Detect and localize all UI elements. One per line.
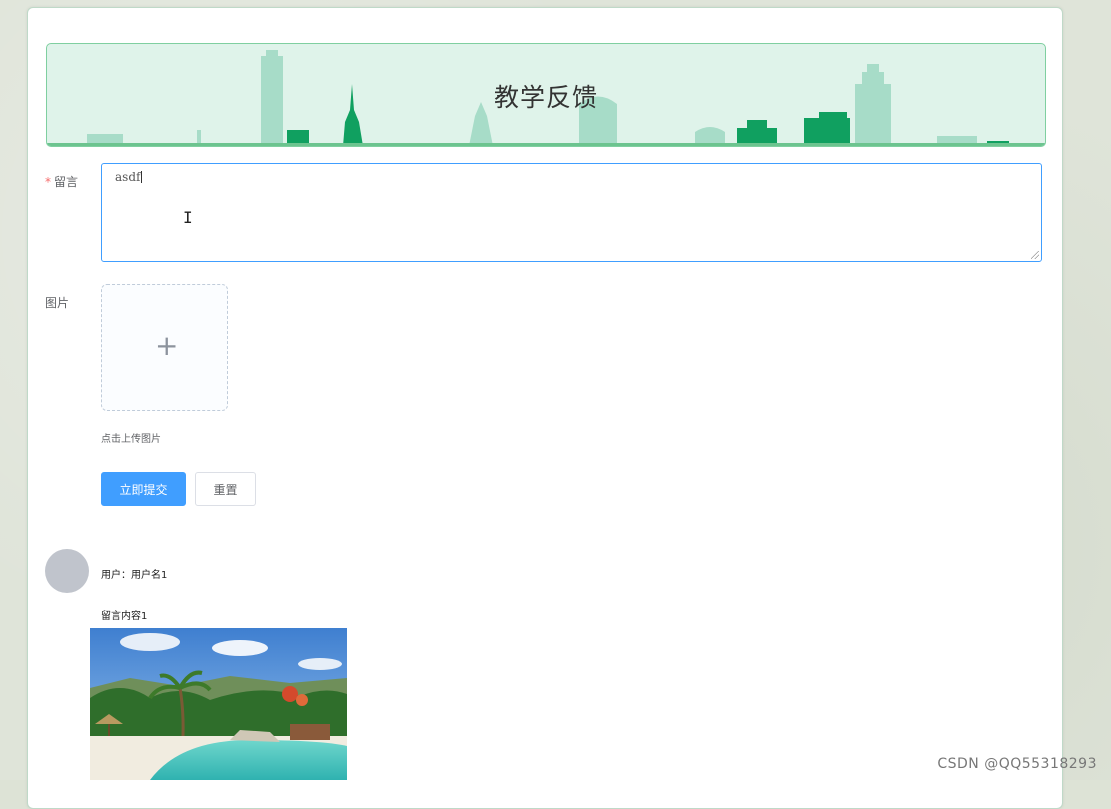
reset-button[interactable]: 重置	[195, 472, 256, 506]
plus-icon: +	[155, 329, 179, 362]
comment-content: 留言内容1	[101, 611, 148, 622]
image-upload-area[interactable]: +	[101, 284, 228, 411]
text-caret	[141, 171, 143, 183]
message-value: asdf	[115, 170, 141, 184]
text-cursor-icon: I	[183, 208, 193, 227]
page-title: 教学反馈	[493, 83, 598, 112]
resize-handle[interactable]	[1031, 251, 1039, 259]
message-textarea[interactable]: asdf	[101, 163, 1042, 262]
submit-button[interactable]: 立即提交	[101, 472, 186, 506]
watermark: CSDN @QQ55318293	[937, 756, 1097, 772]
message-label: * 留言	[45, 173, 78, 190]
avatar	[45, 549, 89, 593]
required-mark: *	[45, 175, 51, 189]
header-banner: 教学反馈	[46, 43, 1046, 147]
image-label: 图片	[45, 296, 70, 310]
comment-user: 用户：用户名1	[101, 570, 168, 581]
upload-hint: 点击上传图片	[101, 434, 161, 445]
beach-photo	[90, 628, 347, 780]
comment-image[interactable]	[90, 628, 347, 788]
message-label-text: 留言	[54, 175, 79, 189]
